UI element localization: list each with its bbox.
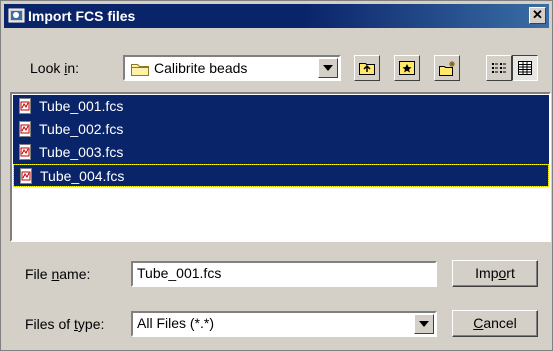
close-button[interactable]: ✕ <box>529 7 546 24</box>
file-row[interactable]: Tube_001.fcs <box>13 95 549 118</box>
title-bar[interactable]: Import FCS files ✕ <box>4 4 549 28</box>
look-in-value: Calibrite beads <box>154 60 248 76</box>
file-row[interactable]: Tube_003.fcs <box>13 141 549 164</box>
cancel-button[interactable]: Cancel <box>452 310 538 337</box>
desktop-button[interactable] <box>394 55 420 81</box>
file-name-input[interactable]: Tube_001.fcs <box>131 261 437 287</box>
desktop-icon <box>399 61 415 75</box>
import-fcs-dialog: Import FCS files ✕ Look in: Calibrite be… <box>0 0 553 351</box>
details-view-icon <box>518 61 532 75</box>
file-row[interactable]: Tube_004.fcs <box>13 164 549 187</box>
app-icon <box>8 8 25 23</box>
file-list[interactable]: Tube_001.fcs Tube_002.fcs Tube_003.fcs T… <box>10 92 551 242</box>
look-in-label: Look in: <box>30 60 80 76</box>
look-in-dropdown[interactable]: Calibrite beads <box>123 55 341 81</box>
list-view-button[interactable] <box>486 55 512 81</box>
chevron-down-icon[interactable] <box>318 58 338 78</box>
list-view-icon <box>492 63 506 73</box>
up-one-level-icon <box>359 63 375 75</box>
import-button[interactable]: Import <box>452 260 538 287</box>
new-folder-icon <box>439 61 455 76</box>
close-icon: ✕ <box>532 7 543 22</box>
file-name: Tube_002.fcs <box>39 121 124 137</box>
chevron-down-icon[interactable] <box>414 314 434 334</box>
fcs-file-icon <box>19 144 31 160</box>
up-one-level-button[interactable] <box>354 55 380 81</box>
files-of-type-label: Files of type: <box>25 316 105 332</box>
file-name: Tube_003.fcs <box>39 144 124 160</box>
new-folder-button[interactable] <box>434 55 460 81</box>
files-of-type-dropdown[interactable]: All Files (*.*) <box>131 311 437 337</box>
fcs-file-icon <box>19 121 31 137</box>
folder-icon <box>131 64 149 76</box>
file-name-value: Tube_001.fcs <box>137 265 222 281</box>
file-name: Tube_004.fcs <box>40 168 125 184</box>
window-title: Import FCS files <box>28 8 136 24</box>
file-name: Tube_001.fcs <box>39 98 124 114</box>
file-row[interactable]: Tube_002.fcs <box>13 118 549 141</box>
files-of-type-value: All Files (*.*) <box>137 315 215 331</box>
file-name-label: File name: <box>25 266 91 282</box>
fcs-file-icon <box>20 168 32 184</box>
details-view-button[interactable] <box>512 55 538 81</box>
fcs-file-icon <box>19 98 31 114</box>
